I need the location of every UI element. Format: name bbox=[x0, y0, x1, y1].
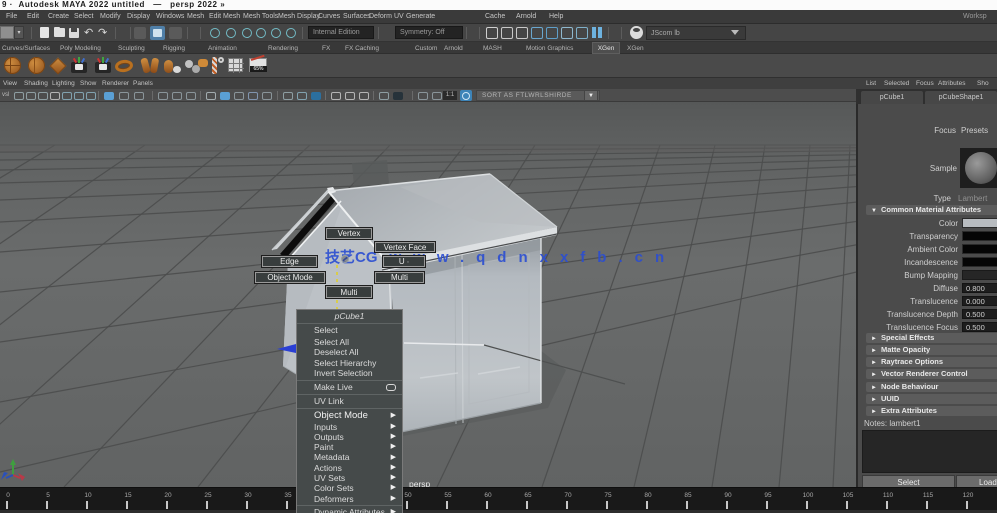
svg-text:persp: persp bbox=[409, 479, 431, 487]
